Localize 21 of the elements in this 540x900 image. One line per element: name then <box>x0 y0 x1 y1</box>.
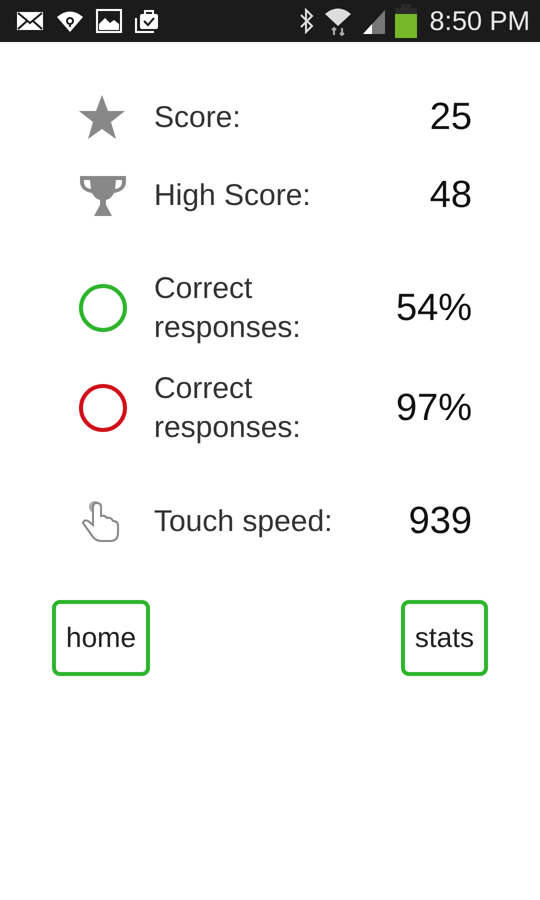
star-icon <box>78 94 126 140</box>
stat-value: 48 <box>428 174 472 216</box>
wifi-icon <box>323 6 354 36</box>
stat-value: 939 <box>408 500 472 542</box>
mail-icon <box>16 11 44 31</box>
image-icon <box>96 9 122 33</box>
stat-label: Touch speed: <box>154 504 334 540</box>
battery-icon <box>395 4 418 38</box>
stat-value: 54% <box>394 286 472 330</box>
stat-value: 25 <box>428 96 472 138</box>
stat-value: 97% <box>394 386 472 430</box>
stat-label: Correct responses: <box>154 371 302 446</box>
trophy-icon <box>78 173 128 217</box>
stat-label: High Score: <box>154 178 312 214</box>
clock-time: 8:50 PM <box>429 6 530 36</box>
nav-button[interactable]: stats <box>400 600 488 676</box>
nav-button[interactable]: home <box>52 600 150 676</box>
bluetooth-icon <box>299 8 316 34</box>
stat-label: Score: <box>154 100 242 136</box>
stat-label: Correct responses: <box>154 271 302 346</box>
briefcase-check-icon <box>134 8 160 34</box>
